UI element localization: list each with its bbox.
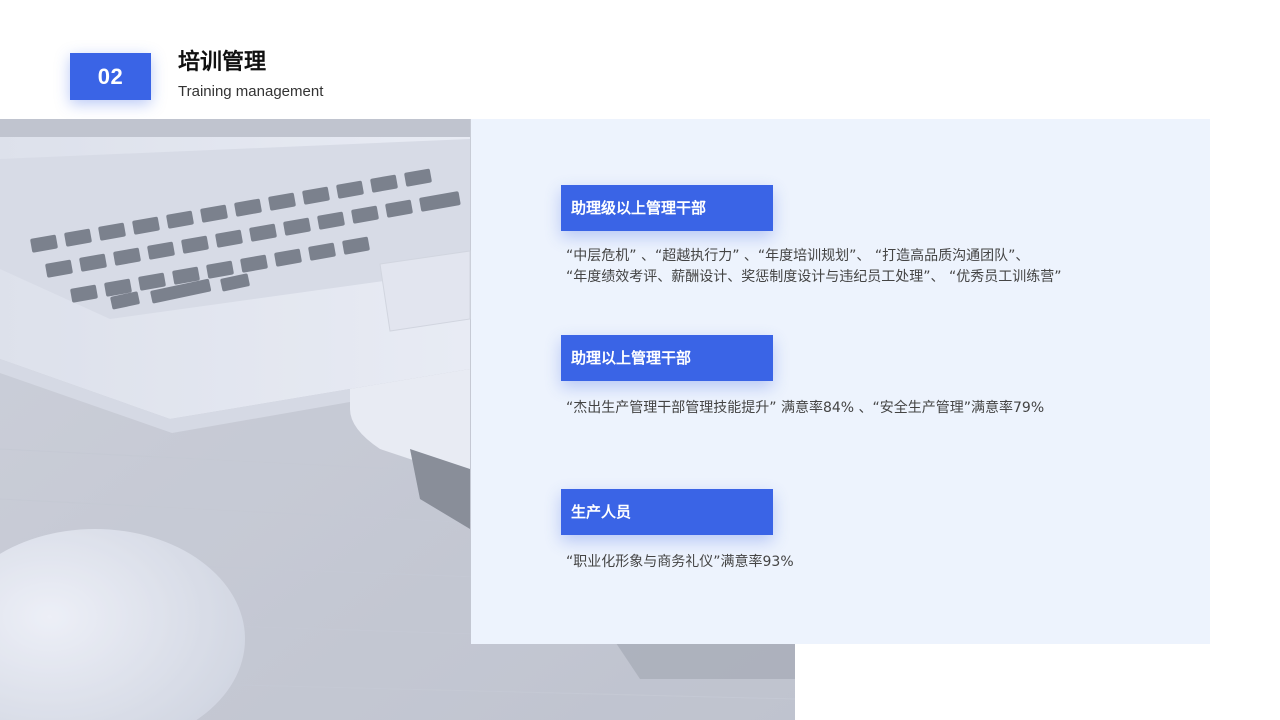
section-heading-1: 助理级以上管理干部 [561, 185, 773, 231]
page-title: 培训管理 [178, 50, 267, 75]
section-heading-2: 助理以上管理干部 [561, 335, 773, 381]
content-panel: 助理级以上管理干部 “中层危机” 、“超越执行力” 、“年度培训规划”、 “打造… [471, 119, 1210, 644]
slide: 02 培训管理 Training management 助理级以上管理干部 “中… [0, 0, 1280, 720]
description-line: “杰出生产管理干部管理技能提升” 满意率84% 、“安全生产管理”满意率79% [566, 400, 1045, 416]
section-description-3: “职业化形象与商务礼仪”满意率93% [566, 552, 1186, 573]
description-line: “中层危机” 、“超越执行力” 、“年度培训规划”、 “打造高品质沟通团队”、 [566, 248, 1030, 264]
description-line: “年度绩效考评、薪酬设计、奖惩制度设计与违纪员工处理”、 “优秀员工训练营” [566, 269, 1062, 285]
section-number-badge: 02 [70, 53, 151, 100]
section-description-1: “中层危机” 、“超越执行力” 、“年度培训规划”、 “打造高品质沟通团队”、 … [566, 246, 1186, 288]
description-line: “职业化形象与商务礼仪”满意率93% [566, 554, 794, 570]
section-description-2: “杰出生产管理干部管理技能提升” 满意率84% 、“安全生产管理”满意率79% [566, 398, 1186, 419]
page-subtitle: Training management [178, 83, 324, 100]
section-heading-3: 生产人员 [561, 489, 773, 535]
